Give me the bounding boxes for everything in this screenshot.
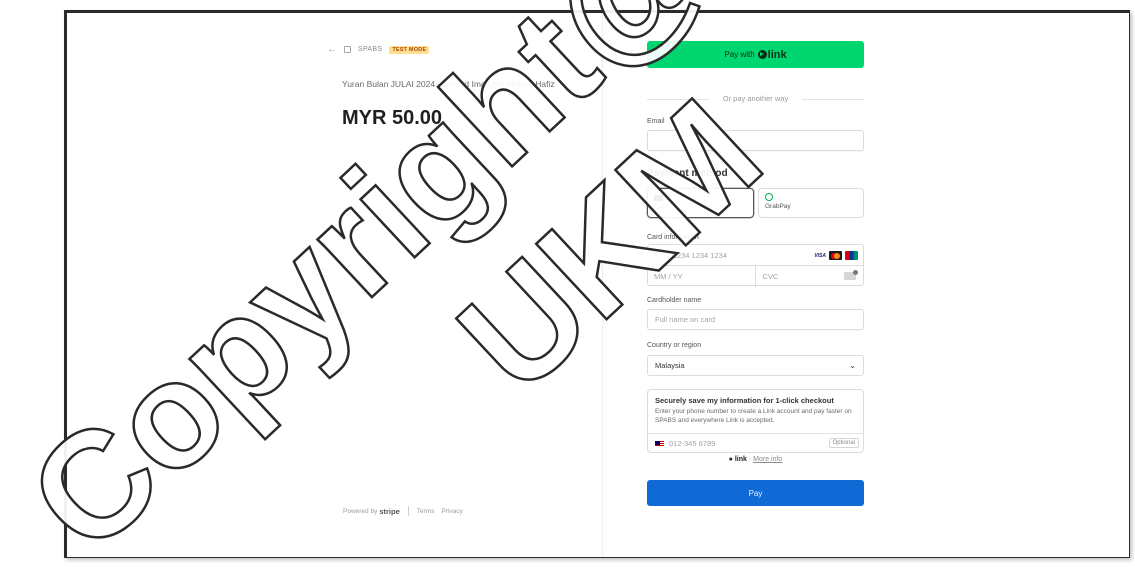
pay-button-label: Pay [748, 488, 763, 498]
link-wordmark: link [767, 48, 787, 61]
cvc-input[interactable]: CVC [756, 266, 864, 287]
terms-link[interactable]: Terms [417, 508, 435, 515]
arrow-left-icon[interactable]: ← [327, 44, 337, 55]
checkout-window: ← SPABS TEST MODE Yuran Bulan JULAI 2024… [64, 10, 1130, 558]
panel-divider [602, 13, 603, 557]
cvc-card-icon [844, 270, 858, 280]
link-logo: link [757, 48, 787, 61]
save-info-title: Securely save my information for 1-click… [655, 396, 834, 405]
pay-with-link-button[interactable]: Pay with link [647, 41, 864, 68]
payment-method-label: GrabPay [765, 203, 791, 210]
card-brands: VISA [814, 251, 858, 260]
link-save-box: Securely save my information for 1-click… [647, 389, 864, 453]
cardholder-name-label: Cardholder name [647, 297, 702, 304]
link-icon [757, 50, 767, 59]
phone-input[interactable]: 012-345 6789 Optional [648, 433, 863, 453]
payment-method-title: Payment method [647, 168, 728, 179]
footer-separator [407, 506, 409, 516]
or-divider: Or pay another way [647, 94, 864, 104]
visa-icon: VISA [814, 252, 826, 259]
pay-with-label: Pay with [724, 50, 755, 59]
card-information-label: Card information [647, 234, 699, 241]
expiry-input[interactable]: MM / YY [648, 266, 756, 287]
more-info-link[interactable]: More info [753, 456, 782, 463]
merchant-header: ← SPABS TEST MODE [327, 44, 430, 55]
cvc-placeholder: CVC [762, 272, 779, 281]
mastercard-icon [829, 251, 842, 260]
product-name: Yuran Bulan JULAI 2024 - Ahmad Iman bin … [342, 79, 555, 89]
card-information-group: 1234 1234 1234 1234 VISA MM / YY CVC [647, 244, 864, 287]
cardholder-name-input[interactable]: Full name on card [647, 309, 864, 330]
privacy-link[interactable]: Privacy [441, 508, 462, 515]
store-icon [344, 46, 351, 53]
email-label: Email [647, 118, 665, 125]
save-info-description: Enter your phone number to create a Link… [655, 408, 852, 424]
powered-by-label: Powered by [343, 507, 378, 515]
card-number-input[interactable]: 1234 1234 1234 1234 VISA [648, 245, 863, 266]
phone-placeholder: 012-345 6789 [669, 439, 716, 448]
country-value: Malaysia [655, 361, 685, 370]
merchant-name: SPABS [358, 46, 383, 53]
payment-method-grabpay[interactable]: GrabPay [758, 188, 864, 218]
stripe-logo[interactable]: stripe [379, 507, 399, 516]
link-icon: ● [728, 456, 733, 463]
pay-button[interactable]: Pay [647, 480, 864, 506]
expiry-placeholder: MM / YY [654, 272, 683, 281]
footer: Powered by stripe Terms Privacy [343, 506, 470, 516]
grabpay-icon [765, 193, 773, 201]
order-amount: MYR 50.00 [342, 107, 443, 129]
payment-method-card[interactable]: Card [647, 188, 754, 218]
card-number-placeholder: 1234 1234 1234 1234 [654, 250, 727, 260]
country-select[interactable]: Malaysia ⌄ [647, 355, 864, 376]
malaysia-flag-icon [655, 440, 664, 447]
country-label: Country or region [647, 342, 702, 349]
link-wordmark: link [734, 456, 747, 463]
cardholder-placeholder: Full name on card [655, 315, 716, 324]
link-info: ● link · More info [728, 456, 783, 463]
card-icon [654, 195, 663, 201]
or-pay-text: Or pay another way [722, 94, 789, 103]
payment-method-label: Card [654, 204, 669, 211]
chevron-down-icon: ⌄ [849, 361, 856, 370]
optional-badge: Optional [828, 438, 859, 448]
unionpay-icon [845, 251, 858, 260]
email-field[interactable] [647, 130, 864, 151]
test-mode-badge: TEST MODE [389, 45, 430, 54]
